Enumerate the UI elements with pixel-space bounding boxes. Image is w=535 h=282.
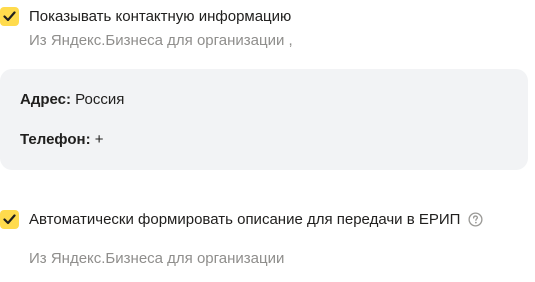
show-contact-info-checkbox[interactable] xyxy=(0,7,19,26)
phone-key: Телефон: xyxy=(20,131,91,148)
checkmark-icon xyxy=(3,214,16,225)
phone-line: Телефон: + xyxy=(20,131,104,148)
show-contact-info-row[interactable]: Показывать контактную информацию xyxy=(0,7,291,26)
address-key: Адрес: xyxy=(20,91,71,108)
address-value: Россия xyxy=(75,91,125,108)
show-contact-info-label: Показывать контактную информацию xyxy=(29,8,292,25)
contact-source-text: Из Яндекс.Бизнеса для организации , xyxy=(29,32,293,49)
auto-description-checkbox[interactable] xyxy=(0,210,19,229)
contact-source-label: Из Яндекс.Бизнеса для организации xyxy=(29,32,285,49)
description-source-text: Из Яндекс.Бизнеса для организации xyxy=(29,250,285,267)
contact-source-suffix: , xyxy=(288,32,293,49)
auto-description-label: Автоматически формировать описание для п… xyxy=(29,211,461,228)
auto-description-row[interactable]: Автоматически формировать описание для п… xyxy=(0,210,483,229)
question-circle-icon[interactable] xyxy=(468,212,483,227)
phone-value: + xyxy=(94,131,104,148)
address-line: Адрес: Россия xyxy=(20,91,124,108)
contact-info-card: Адрес: Россия Телефон: + xyxy=(0,69,528,170)
checkmark-icon xyxy=(3,11,16,22)
